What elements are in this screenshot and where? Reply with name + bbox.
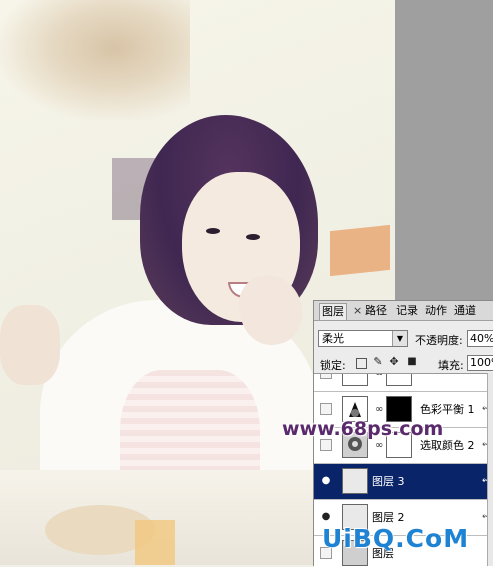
- tab-layers[interactable]: 图层: [319, 303, 347, 320]
- close-icon[interactable]: ×: [353, 303, 362, 319]
- tab-history[interactable]: 记录: [394, 303, 420, 319]
- woman-left-eye: [206, 228, 220, 234]
- eye-icon[interactable]: ●: [320, 510, 332, 524]
- layer-name: 图层 2: [372, 511, 405, 524]
- opacity-label: 不透明度:: [415, 334, 463, 347]
- layer-row-selected[interactable]: ● 图层 3 ↭: [314, 464, 493, 500]
- fill-label: 填充:: [438, 359, 464, 372]
- tab-actions[interactable]: 动作: [423, 303, 449, 319]
- woman-right-eye: [246, 234, 260, 240]
- blend-mode-value: 柔光: [322, 332, 344, 345]
- mask-thumbnail: [386, 374, 412, 386]
- woman-left-hand: [0, 305, 60, 385]
- layer-list-scrollbar[interactable]: [487, 373, 493, 566]
- lock-all-icon[interactable]: ■: [406, 356, 418, 368]
- watermark-uibq: UiBQ.CoM: [322, 524, 470, 553]
- eye-icon[interactable]: ●: [320, 474, 332, 488]
- tab-paths[interactable]: 路径: [363, 303, 389, 319]
- layer-name: 图层 3: [372, 475, 405, 488]
- visibility-toggle[interactable]: [320, 403, 332, 415]
- lock-transparency-icon[interactable]: [356, 358, 367, 369]
- layer-row[interactable]: ∞: [314, 373, 493, 392]
- chevron-down-icon[interactable]: ▼: [392, 331, 407, 346]
- blend-mode-select[interactable]: 柔光 ▼: [318, 330, 408, 347]
- layer-thumbnail: [342, 468, 368, 494]
- panel-tab-bar: 图层 × 路径 记录 动作 通道: [314, 301, 493, 321]
- opacity-input[interactable]: 40%: [467, 330, 493, 347]
- visibility-toggle[interactable]: [320, 374, 332, 379]
- link-icon: ∞: [375, 404, 384, 415]
- link-icon: ∞: [375, 440, 384, 451]
- juice-glass: [135, 520, 175, 565]
- adjustment-thumbnail: [342, 374, 368, 386]
- layer-name: 色彩平衡 1: [420, 403, 475, 416]
- fill-input[interactable]: 100%: [467, 355, 493, 371]
- watermark-68ps: www.68ps.com: [282, 418, 444, 440]
- background-orange-object: [330, 224, 390, 277]
- layer-name: 选取颜色 2: [420, 439, 475, 452]
- workspace-gray-area: [395, 0, 493, 300]
- visibility-toggle[interactable]: [320, 439, 332, 451]
- background-plant: [0, 0, 190, 120]
- lock-move-icon[interactable]: ✥: [388, 356, 400, 368]
- lock-label: 锁定:: [320, 359, 346, 372]
- lock-brush-icon[interactable]: ✎: [372, 356, 384, 368]
- tab-channels[interactable]: 通道: [452, 303, 478, 319]
- lock-row: 锁定: ✎ ✥ ■ 填充: 100%: [314, 354, 493, 372]
- link-icon: ∞: [375, 373, 384, 379]
